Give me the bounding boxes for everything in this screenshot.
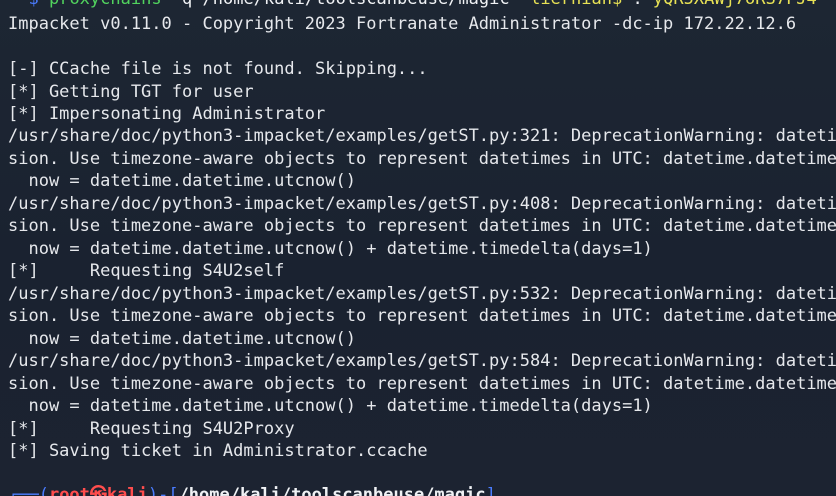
output-line: [*] Getting TGT for user <box>8 82 254 102</box>
output-line: /usr/share/doc/python3-impacket/examples… <box>8 126 836 146</box>
command-flag: -q <box>172 0 192 9</box>
previous-command-line: └─$ proxychains -q /home/kali/toolscanbe… <box>8 0 836 10</box>
shell-prompt: ┌──(root㉿kali)-[/home/kali/toolscanbeuse… <box>8 484 496 496</box>
output-line: now = datetime.datetime.utcnow() + datet… <box>8 239 653 259</box>
prompt-close: ] <box>485 485 496 496</box>
terminal-window[interactable]: └─$ proxychains -q /home/kali/toolscanbe… <box>0 0 836 496</box>
output-line: [*] Requesting S4U2self <box>8 261 285 281</box>
output-line: sion. Use timezone-aware objects to repr… <box>8 149 836 169</box>
output-line: /usr/share/doc/python3-impacket/examples… <box>8 284 836 304</box>
prompt-path: /home/kali/toolscanbeuse/magic <box>178 485 486 496</box>
output-line: [*] Saving ticket in Administrator.ccach… <box>8 441 428 461</box>
command-name: proxychains <box>49 0 162 9</box>
output-line: sion. Use timezone-aware objects to repr… <box>8 374 836 394</box>
prompt-corner: └─$ <box>8 0 39 9</box>
command-arg-user: 'lierhian$' <box>520 0 633 9</box>
prompt-user-host: root㉿kali <box>48 485 148 496</box>
output-line: [*] Requesting S4U2Proxy <box>8 419 295 439</box>
command-path: /home/kali/toolscanbeuse/magic <box>203 0 510 9</box>
output-line: now = datetime.datetime.utcnow() <box>8 171 356 191</box>
output-line: [-] CCache file is not found. Skipping..… <box>8 59 428 79</box>
output-line: now = datetime.datetime.utcnow() + datet… <box>8 396 653 416</box>
output-line: sion. Use timezone-aware objects to repr… <box>8 216 836 236</box>
output-line: sion. Use timezone-aware objects to repr… <box>8 306 836 326</box>
prompt-open: ┌──( <box>8 485 49 496</box>
output-line: /usr/share/doc/python3-impacket/examples… <box>8 351 836 371</box>
output-line: [*] Impersonating Administrator <box>8 104 326 124</box>
command-arg-pass: 'yQR5XAWj7oRS7FJ4' <box>643 0 827 9</box>
prompt-mid: )-[ <box>147 485 179 496</box>
output-line: Impacket v0.11.0 - Copyright 2023 Fortra… <box>8 14 797 34</box>
output-line: now = datetime.datetime.utcnow() <box>8 329 356 349</box>
command-sep: : <box>632 0 642 9</box>
output-line: /usr/share/doc/python3-impacket/examples… <box>8 194 836 214</box>
